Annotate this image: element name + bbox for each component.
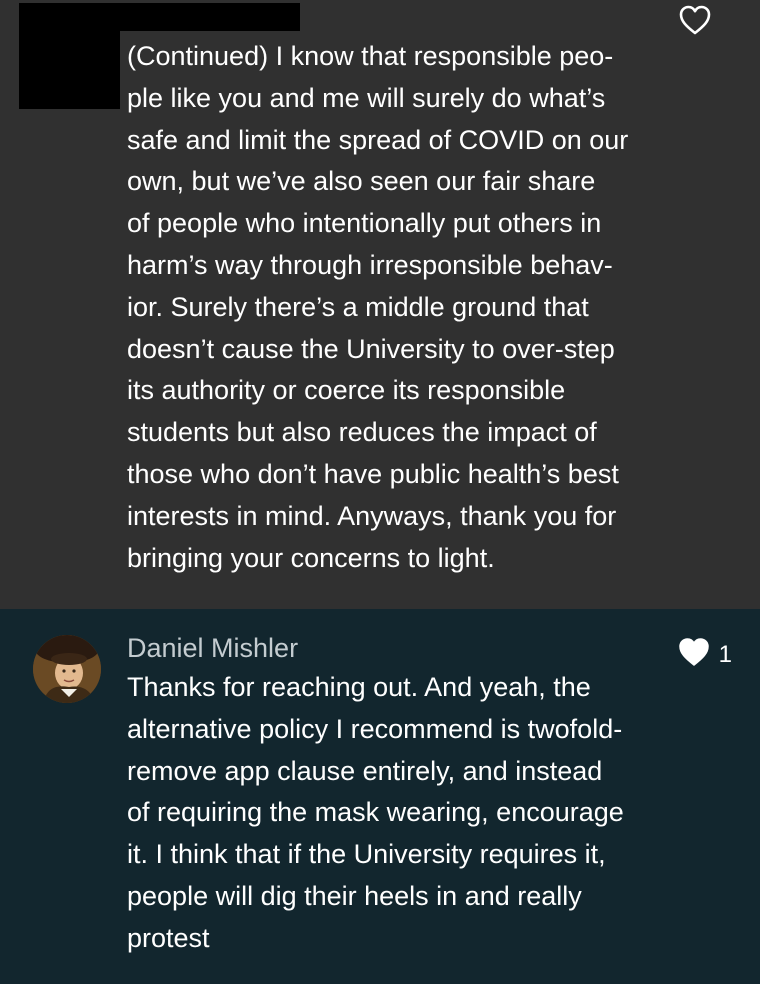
- redacted-author-name: [120, 3, 300, 31]
- comment-line: (Continued) I know that responsible peo-: [127, 41, 614, 71]
- comment-line: of people who intentionally put others i…: [127, 208, 602, 239]
- comment-line: protest: [127, 922, 210, 953]
- comment-line: it. I think that if the University requi…: [127, 839, 606, 870]
- comment-line: its authority or coerce its responsible: [127, 375, 566, 406]
- comment-line: bringing your concerns to light.: [127, 542, 495, 573]
- comment-line: those who don’t have public health’s bes…: [127, 458, 619, 489]
- comment-line: people will dig their heels in and reall…: [127, 880, 582, 911]
- comment-line: ior. Surely there’s a middle ground that: [127, 291, 589, 322]
- comment-line: students but also reduces the impact of: [127, 417, 597, 448]
- like-count: 1: [718, 640, 732, 668]
- redacted-avatar: [19, 3, 120, 109]
- avatar[interactable]: [33, 635, 101, 703]
- comment-card: (Continued) I know that responsible peo-…: [0, 0, 760, 609]
- heart-outline-icon: [678, 4, 712, 41]
- comment-line: own, but we’ve also seen our fair share: [127, 166, 596, 197]
- comment-line: doesn’t cause the University to over-ste…: [127, 333, 615, 364]
- comment-line: ple like you and me will surely do what’…: [127, 82, 606, 113]
- comment-body: (Continued) I know that responsible peo-…: [127, 36, 682, 579]
- comment-author[interactable]: Daniel Mishler: [127, 629, 298, 667]
- comment-card: Daniel Mishler 1 Thanks for reaching out…: [0, 609, 760, 984]
- comment-line: alternative policy I recommend is twofol…: [127, 713, 623, 744]
- like-button[interactable]: [678, 4, 712, 41]
- comment-body: Thanks for reaching out. And yeah, the a…: [127, 667, 702, 960]
- comment-line: safe and limit the spread of COVID on ou…: [127, 124, 629, 155]
- comment-line: harm’s way through irresponsible behav-: [127, 249, 613, 280]
- comment-line: interests in mind. Anyways, thank you fo…: [127, 500, 617, 531]
- comment-line: of requiring the mask wearing, encourage: [127, 797, 624, 828]
- comment-line: Thanks for reaching out. And yeah, the: [127, 672, 591, 702]
- comment-line: remove app clause entirely, and instead: [127, 755, 603, 786]
